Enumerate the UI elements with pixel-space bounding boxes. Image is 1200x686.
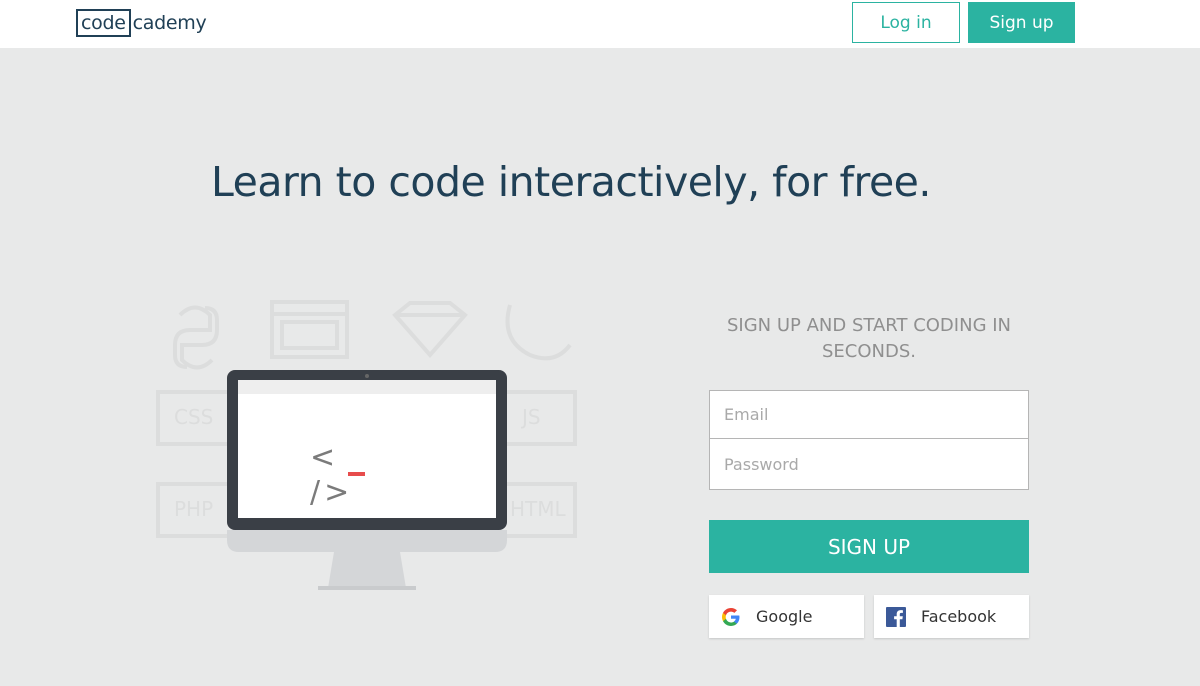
google-icon bbox=[720, 606, 742, 628]
signup-submit-button[interactable]: SIGN UP bbox=[709, 520, 1029, 573]
facebook-signup-button[interactable]: Facebook bbox=[874, 595, 1029, 638]
logo-cademy-text: cademy bbox=[132, 12, 207, 34]
top-navbar: code cademy Log in Sign up bbox=[0, 0, 1200, 48]
monitor-base bbox=[318, 586, 416, 590]
monitor-stand bbox=[328, 552, 406, 588]
facebook-label: Facebook bbox=[921, 607, 997, 626]
logo-code-box: code bbox=[76, 9, 131, 37]
hero-illustration: CSS JS PHP HTML < _ /> bbox=[150, 290, 590, 610]
code-symbol: < _ /> bbox=[310, 440, 410, 510]
faded-label-css: CSS bbox=[174, 405, 213, 429]
google-label: Google bbox=[756, 607, 813, 626]
faded-label-php: PHP bbox=[174, 497, 213, 521]
monitor-chin bbox=[227, 530, 507, 552]
code-close-bracket: /> bbox=[310, 475, 354, 510]
password-input[interactable] bbox=[709, 438, 1029, 490]
code-open-bracket: < bbox=[310, 440, 340, 475]
faded-label-html: HTML bbox=[510, 497, 567, 521]
google-signup-button[interactable]: Google bbox=[709, 595, 864, 638]
faded-label-js: JS bbox=[520, 405, 541, 429]
facebook-icon bbox=[885, 606, 907, 628]
codecademy-logo[interactable]: code cademy bbox=[76, 9, 207, 37]
hero-headline: Learn to code interactively, for free. bbox=[211, 158, 931, 206]
signup-form-title: SIGN UP AND START CODING IN SECONDS. bbox=[726, 315, 1012, 362]
login-button[interactable]: Log in bbox=[852, 2, 960, 43]
header-signup-button[interactable]: Sign up bbox=[968, 2, 1075, 43]
email-input[interactable] bbox=[709, 390, 1029, 439]
